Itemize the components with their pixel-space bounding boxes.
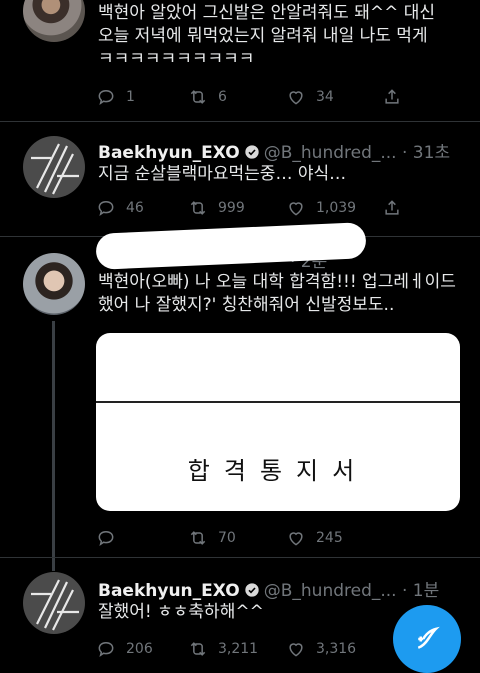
share-button[interactable] — [382, 86, 402, 108]
reply-button[interactable]: 1 — [96, 86, 135, 108]
tweet-2[interactable]: Baekhyun_EXO @B_hundred_... · 31초 지금 순살블랙… — [0, 122, 480, 236]
reply-count: 206 — [126, 641, 153, 657]
reply-icon — [98, 89, 114, 105]
retweet-icon — [190, 201, 206, 215]
like-button[interactable]: 34 — [286, 86, 334, 108]
avatar[interactable] — [23, 572, 85, 634]
tweet-header: Baekhyun_EXO @B_hundred_... · 1분 — [98, 576, 439, 601]
retweet-icon — [190, 642, 206, 656]
card-text: 합격통지서 — [187, 457, 369, 485]
compose-tweet-icon — [417, 626, 440, 649]
tweet-text: 백현아(오빠) 나 오늘 대학 합격함!!! 업그레ㅔ이드 했어 나 잘했지?'… — [98, 272, 462, 315]
retweet-button[interactable]: 70 — [188, 527, 236, 549]
reply-count: 46 — [126, 200, 144, 216]
tweet-time[interactable]: · 1분 — [402, 581, 439, 601]
retweet-count: 3,211 — [218, 641, 259, 657]
like-count: 3,316 — [316, 641, 357, 657]
share-icon — [385, 200, 399, 215]
retweet-icon — [190, 531, 206, 545]
verified-badge-icon — [245, 583, 259, 597]
reply-icon — [98, 530, 114, 546]
like-button[interactable]: 3,316 — [286, 638, 356, 660]
user-handle[interactable]: @B_hundred_... — [264, 143, 397, 163]
tweet-1[interactable]: 백현아 알았어 그신발은 안알려줘도 돼^^ 대신 오늘 저녁에 뭐먹었는지 알… — [0, 0, 480, 121]
tweet-text: 백현아 알았어 그신발은 안알려줘도 돼^^ 대신 오늘 저녁에 뭐먹었는지 알… — [98, 3, 441, 69]
retweet-count: 6 — [218, 89, 227, 105]
heart-icon — [289, 643, 303, 657]
retweet-button[interactable]: 3,211 — [188, 638, 258, 660]
reply-icon — [98, 641, 114, 657]
tweet-actions: 46 999 1,039 — [96, 197, 426, 219]
like-button[interactable]: 1,039 — [286, 197, 356, 219]
like-count: 1,039 — [316, 200, 357, 216]
tweet-actions: 206 3,211 3,316 — [96, 638, 426, 660]
tweet-time[interactable]: · 31초 — [402, 143, 450, 163]
thread-line — [52, 321, 55, 571]
compose-tweet-button[interactable] — [393, 605, 461, 673]
retweet-count: 70 — [218, 530, 236, 546]
heart-icon — [289, 202, 303, 216]
tweet-image-card[interactable]: 합격통지서 — [96, 333, 460, 511]
tweet-text: 지금 순살블랙마요먹는중… 야식… — [98, 164, 347, 184]
reply-icon — [98, 200, 114, 216]
like-button[interactable]: 245 — [286, 527, 343, 549]
avatar[interactable] — [23, 136, 85, 198]
heart-icon — [289, 91, 303, 105]
avatar[interactable] — [23, 0, 85, 42]
reply-button[interactable] — [96, 527, 126, 549]
exo-logo-icon — [31, 579, 79, 631]
user-handle[interactable]: @B_hundred_... — [264, 581, 397, 601]
share-button[interactable] — [382, 197, 402, 219]
exo-logo-icon — [31, 143, 79, 195]
retweet-button[interactable]: 999 — [188, 197, 245, 219]
heart-icon — [289, 532, 303, 546]
tweet-header: Baekhyun_EXO @B_hundred_... · 31초 — [98, 138, 450, 163]
verified-badge-icon — [245, 145, 259, 159]
retweet-icon — [190, 90, 206, 104]
reply-count: 1 — [126, 89, 135, 105]
tweet-actions: 70 245 — [96, 527, 426, 549]
display-name[interactable]: Baekhyun_EXO — [98, 581, 240, 601]
reply-button[interactable]: 46 — [96, 197, 144, 219]
like-count: 245 — [316, 530, 343, 546]
avatar[interactable] — [23, 253, 85, 315]
like-count: 34 — [316, 89, 334, 105]
share-icon — [385, 89, 399, 104]
retweet-button[interactable]: 6 — [188, 86, 227, 108]
retweet-count: 999 — [218, 200, 245, 216]
reply-button[interactable]: 206 — [96, 638, 153, 660]
tweet-actions: 1 6 34 — [96, 86, 426, 108]
display-name[interactable]: Baekhyun_EXO — [98, 143, 240, 163]
card-fold-line — [96, 401, 460, 403]
